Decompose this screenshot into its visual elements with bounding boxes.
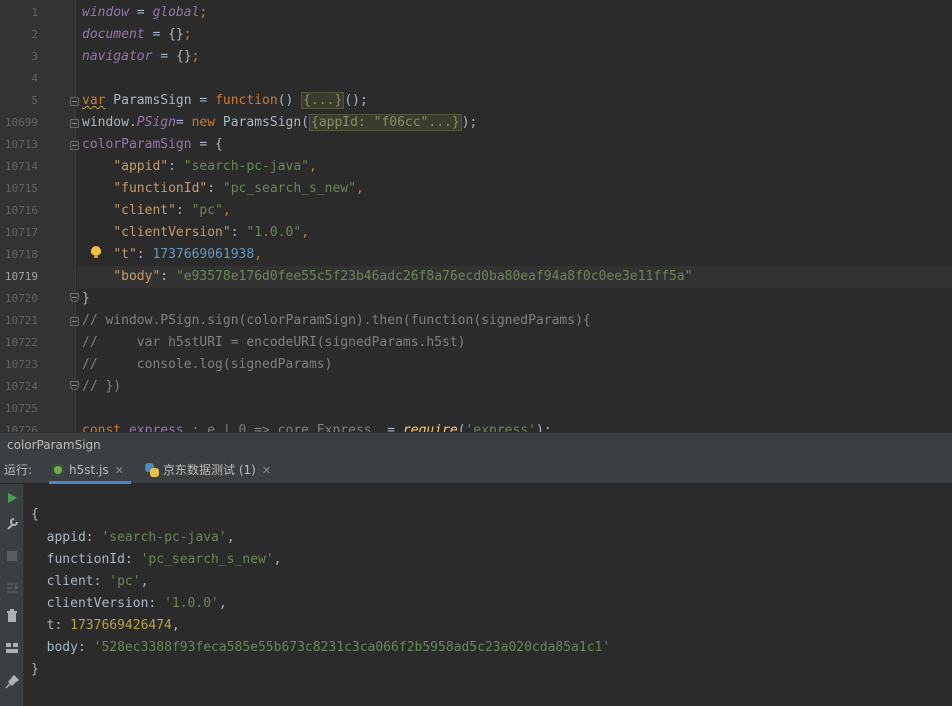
line-number: 1 (31, 6, 38, 19)
line-number: 10717 (4, 226, 38, 239)
line-number: 10699 (4, 116, 38, 129)
line-number: 10716 (4, 204, 38, 217)
python-icon (145, 463, 159, 477)
close-icon[interactable]: ✕ (262, 464, 271, 477)
fold-end-icon[interactable] (70, 293, 79, 302)
line-number: 10721 (4, 314, 38, 327)
code-line: const express : e | 0 => core.Express = … (82, 423, 552, 432)
sort-icon[interactable] (4, 580, 20, 596)
code-line: document = {}; (82, 27, 192, 42)
tab-label: 京东数据测试 (1) (163, 463, 256, 477)
code-comment: // console.log(signedParams) (82, 357, 333, 372)
line-number: 10726 (4, 424, 38, 432)
wrench-icon[interactable] (4, 516, 20, 532)
folded-region[interactable]: {appId: "f06cc"...} (309, 114, 462, 131)
code-comment: // window.PSign.sign(colorParamSign).the… (82, 313, 591, 328)
line-number: 5 (31, 94, 38, 107)
fold-toggle-icon[interactable] (70, 119, 79, 128)
run-label: 运行: (4, 463, 33, 477)
run-toolbar (0, 484, 24, 706)
code-line-current: "body": "e93578e176d0fee55c5f23b46adc26f… (113, 269, 693, 284)
line-number-gutter: 1 2 3 4 5 10699 10713 10714 10715 10716 … (0, 0, 79, 432)
breadcrumb[interactable]: colorParamSign (0, 432, 952, 456)
layout-icon[interactable] (4, 640, 20, 656)
line-number: 10724 (4, 380, 38, 393)
tab-h5st-js[interactable]: h5st.js ✕ (49, 456, 131, 484)
output-line: client: 'pc', (46, 574, 149, 589)
code-comment: // var h5stURI = encodeURI(signedParams.… (82, 335, 466, 350)
line-number: 10723 (4, 358, 38, 371)
code-editor[interactable]: 1 2 3 4 5 10699 10713 10714 10715 10716 … (0, 0, 952, 432)
line-number: 10720 (4, 292, 38, 305)
output-line: body: '528ec3388f93feca585e55b673c8231c3… (46, 640, 611, 655)
tab-label: h5st.js (69, 463, 109, 477)
tab-jd-data-test[interactable]: 京东数据测试 (1) ✕ (143, 456, 271, 484)
fold-toggle-icon[interactable] (70, 97, 79, 106)
code-line: "t": 1737669061938, (113, 247, 263, 262)
stop-icon[interactable] (4, 548, 20, 564)
line-number: 10722 (4, 336, 38, 349)
code-comment: // }) (82, 379, 122, 394)
line-number: 10713 (4, 138, 38, 151)
output-line: appid: 'search-pc-java', (46, 530, 235, 545)
line-number: 2 (31, 28, 38, 41)
code-line: "clientVersion": "1.0.0", (113, 225, 309, 240)
line-number-current: 10719 (4, 270, 38, 283)
line-number: 10715 (4, 182, 38, 195)
breadcrumb-item[interactable]: colorParamSign (7, 438, 101, 452)
code-line: "client": "pc", (113, 203, 231, 218)
console-output[interactable]: { appid: 'search-pc-java', functionId: '… (25, 484, 952, 706)
code-line: window = global; (82, 5, 208, 20)
output-line: functionId: 'pc_search_s_new', (46, 552, 282, 567)
fold-toggle-icon[interactable] (70, 317, 79, 326)
line-number: 4 (31, 72, 38, 85)
close-icon[interactable]: ✕ (115, 464, 124, 477)
trash-icon[interactable] (4, 608, 20, 624)
output-line: t: 1737669426474, (46, 618, 180, 633)
line-number: 10718 (4, 248, 38, 261)
code-line: } (82, 291, 90, 306)
fold-toggle-icon[interactable] (70, 141, 79, 150)
nodejs-icon (52, 464, 64, 476)
code-line: navigator = {}; (82, 49, 200, 64)
line-number: 10714 (4, 160, 38, 173)
code-line: var ParamsSign = function() {...} (); (82, 92, 368, 109)
folded-region[interactable]: {...} (301, 92, 345, 109)
run-icon[interactable] (4, 490, 20, 506)
pin-icon[interactable] (4, 674, 20, 690)
code-line: colorParamSign = { (82, 137, 223, 152)
line-number: 3 (31, 50, 38, 63)
run-tool-window-header: 运行: h5st.js ✕ 京东数据测试 (1) ✕ (0, 456, 952, 484)
output-line: { (31, 507, 39, 522)
code-line: "functionId": "pc_search_s_new", (113, 181, 364, 196)
code-line: window.PSign= new ParamsSign({appId: "f0… (82, 114, 478, 131)
fold-end-icon[interactable] (70, 381, 79, 390)
code-line: "appid": "search-pc-java", (113, 159, 317, 174)
output-line: } (31, 662, 39, 677)
line-number: 10725 (4, 402, 38, 415)
output-line: clientVersion: '1.0.0', (46, 596, 227, 611)
